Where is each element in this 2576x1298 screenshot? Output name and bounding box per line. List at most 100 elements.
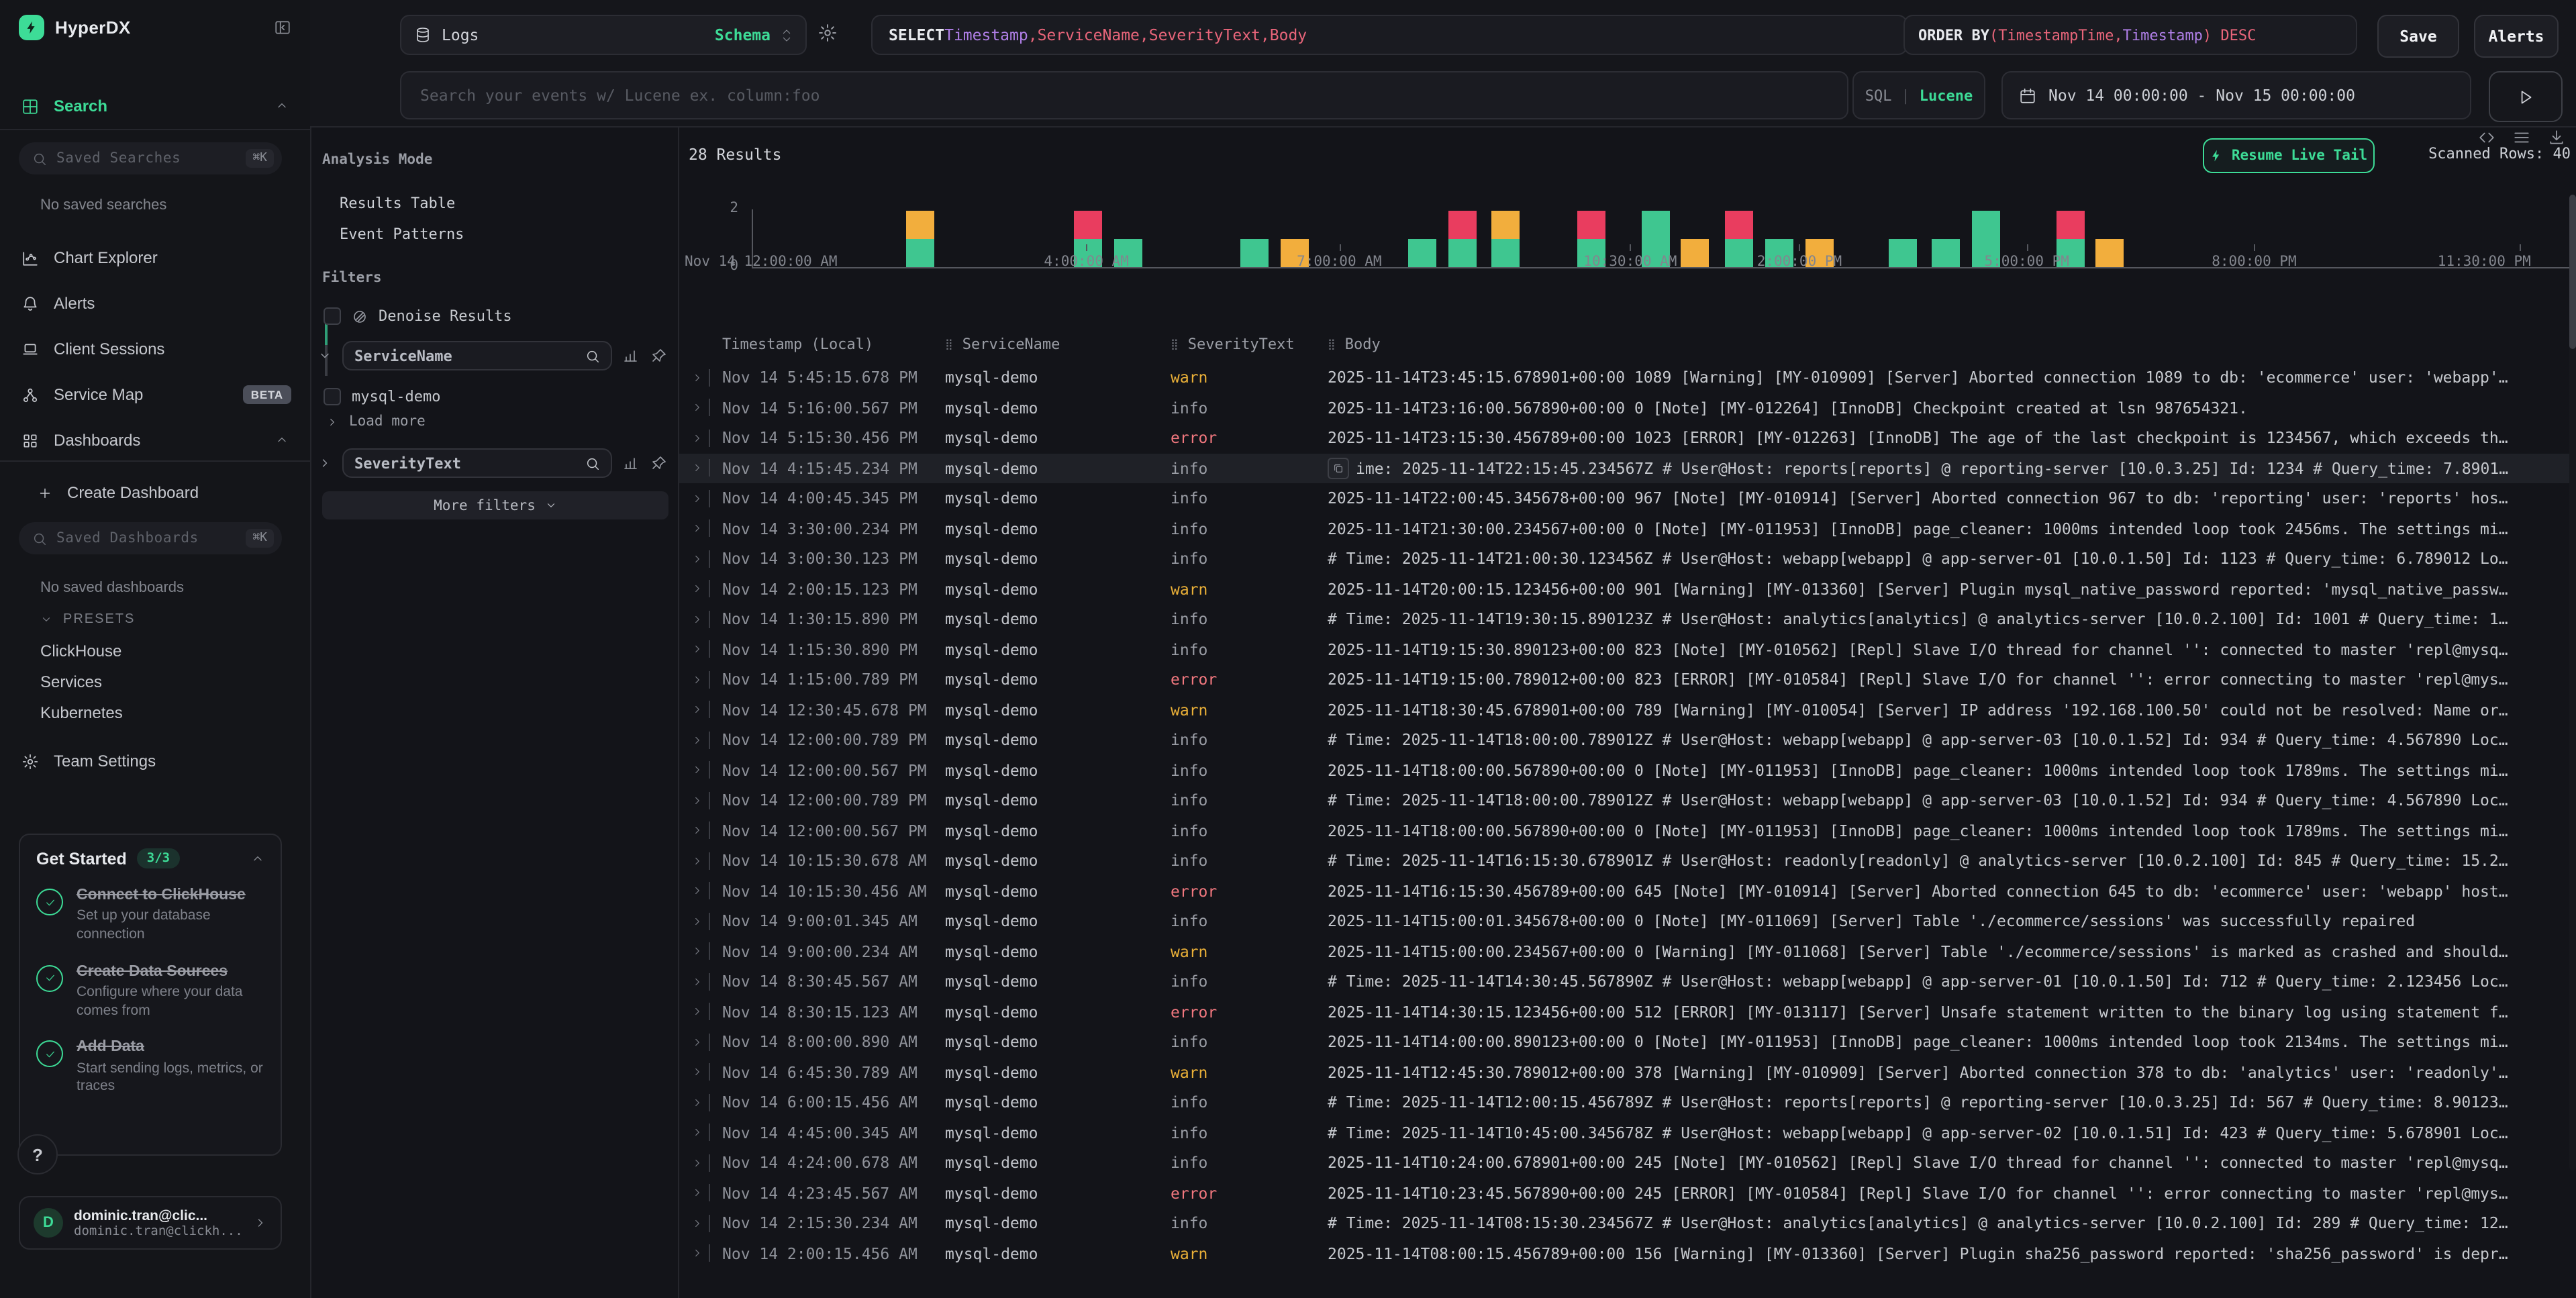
more-filters-button[interactable]: More filters xyxy=(322,491,668,519)
app-logo[interactable]: HyperDX xyxy=(19,15,131,40)
expand-row-chevron-icon[interactable] xyxy=(685,1187,709,1199)
copy-icon[interactable] xyxy=(1328,458,1349,479)
log-row[interactable]: Nov 14 3:00:30.123 PMmysql-demoinfo# Tim… xyxy=(679,544,2576,574)
mysql-demo-checkbox[interactable] xyxy=(324,388,341,405)
log-row[interactable]: Nov 14 4:24:00.678 AMmysql-demoinfo2025-… xyxy=(679,1148,2576,1178)
expand-row-chevron-icon[interactable] xyxy=(685,734,709,746)
drag-handle-icon[interactable]: ⣿ xyxy=(1171,338,1180,350)
run-query-button[interactable] xyxy=(2489,71,2563,122)
chevron-down-icon[interactable] xyxy=(318,349,332,362)
load-more-button[interactable]: Load more xyxy=(326,413,426,430)
expand-row-chevron-icon[interactable] xyxy=(685,1066,709,1079)
log-row[interactable]: Nov 14 8:00:00.890 AMmysql-demoinfo2025-… xyxy=(679,1027,2576,1057)
code-view-icon[interactable] xyxy=(2478,129,2495,146)
histogram-bar[interactable] xyxy=(1681,239,1710,268)
pin-icon[interactable] xyxy=(651,348,667,364)
log-row[interactable]: Nov 14 4:45:00.345 AMmysql-demoinfo# Tim… xyxy=(679,1117,2576,1148)
denoise-checkbox[interactable] xyxy=(324,307,341,325)
log-row[interactable]: Nov 14 1:30:15.890 PMmysql-demoinfo# Tim… xyxy=(679,604,2576,634)
saved-dashboards-input[interactable]: Saved Dashboards ⌘K xyxy=(19,522,282,554)
histogram-bar[interactable] xyxy=(1932,239,1961,268)
log-row[interactable]: Nov 14 6:00:15.456 AMmysql-demoinfo# Tim… xyxy=(679,1087,2576,1117)
source-select[interactable]: Logs Schema xyxy=(400,15,807,55)
select-clause-input[interactable]: SELECT Timestamp,ServiceName,SeverityTex… xyxy=(871,15,1908,55)
expand-row-chevron-icon[interactable] xyxy=(685,553,709,565)
chevron-up-icon[interactable] xyxy=(275,99,289,113)
bar-chart-icon[interactable] xyxy=(623,348,639,364)
histogram-bar[interactable] xyxy=(1492,210,1520,267)
download-icon[interactable] xyxy=(2548,129,2565,146)
log-row[interactable]: Nov 14 8:30:45.567 AMmysql-demoinfo# Tim… xyxy=(679,966,2576,997)
expand-row-chevron-icon[interactable] xyxy=(685,855,709,867)
log-row[interactable]: Nov 14 8:30:15.123 AMmysql-demoerror2025… xyxy=(679,997,2576,1027)
create-dashboard-button[interactable]: Create Dashboard xyxy=(0,475,310,510)
log-row[interactable]: Nov 14 10:15:30.678 AMmysql-demoinfo# Ti… xyxy=(679,846,2576,876)
sidebar-item-client-sessions[interactable]: Client Sessions xyxy=(0,332,310,366)
expand-row-chevron-icon[interactable] xyxy=(685,493,709,505)
log-row[interactable]: Nov 14 9:00:00.234 AMmysql-demowarn2025-… xyxy=(679,936,2576,966)
scrollbar-thumb[interactable] xyxy=(2569,195,2576,349)
alerts-button[interactable]: Alerts xyxy=(2474,15,2559,58)
get-started-item[interactable]: Create Data Sources Configure where your… xyxy=(36,962,264,1020)
events-histogram[interactable]: 2 0 Nov 14 12:00:00 AM4:00:00 AM7:00:00 … xyxy=(679,181,2576,295)
source-settings-gear-icon[interactable] xyxy=(818,23,838,43)
sidebar-item-alerts[interactable]: Alerts xyxy=(0,286,310,321)
expand-row-chevron-icon[interactable] xyxy=(685,1036,709,1048)
scrollbar[interactable] xyxy=(2569,195,2576,1170)
expand-row-chevron-icon[interactable] xyxy=(685,462,709,475)
log-row[interactable]: Nov 14 2:15:30.234 AMmysql-demoinfo# Tim… xyxy=(679,1208,2576,1238)
expand-row-chevron-icon[interactable] xyxy=(685,613,709,626)
col-severitytext[interactable]: ⣿SeverityText xyxy=(1171,335,1328,352)
expand-row-chevron-icon[interactable] xyxy=(685,674,709,686)
expand-row-chevron-icon[interactable] xyxy=(685,402,709,414)
presets-toggle[interactable]: PRESETS xyxy=(40,612,135,627)
log-row[interactable]: Nov 14 12:00:00.789 PMmysql-demoinfo# Ti… xyxy=(679,725,2576,755)
col-timestamp[interactable]: Timestamp (Local) xyxy=(722,335,945,352)
help-button[interactable]: ? xyxy=(17,1134,58,1175)
log-row[interactable]: Nov 14 12:00:00.789 PMmysql-demoinfo# Ti… xyxy=(679,785,2576,815)
histogram-bar[interactable] xyxy=(1241,239,1269,268)
log-row[interactable]: Nov 14 12:30:45.678 PMmysql-demowarn2025… xyxy=(679,695,2576,725)
col-servicename[interactable]: ⣿ServiceName xyxy=(945,335,1171,352)
log-row[interactable]: Nov 14 12:00:00.567 PMmysql-demoinfo2025… xyxy=(679,815,2576,846)
save-button[interactable]: Save xyxy=(2377,15,2459,58)
date-range-picker[interactable]: Nov 14 00:00:00 - Nov 15 00:00:00 xyxy=(2001,71,2471,119)
expand-row-chevron-icon[interactable] xyxy=(685,915,709,928)
drag-handle-icon[interactable]: ⣿ xyxy=(945,338,954,350)
histogram-bar[interactable] xyxy=(1448,210,1477,267)
histogram-bar[interactable] xyxy=(906,210,934,267)
chevron-up-icon[interactable] xyxy=(251,852,264,865)
preset-kubernetes[interactable]: Kubernetes xyxy=(40,703,123,722)
get-started-item[interactable]: Connect to ClickHouse Set up your databa… xyxy=(36,886,264,944)
collapse-sidebar-icon[interactable] xyxy=(274,19,291,36)
expand-row-chevron-icon[interactable] xyxy=(685,1127,709,1139)
log-row[interactable]: Nov 14 2:00:15.456 AMmysql-demowarn2025-… xyxy=(679,1238,2576,1268)
expand-row-chevron-icon[interactable] xyxy=(685,704,709,716)
get-started-item[interactable]: Add Data Start sending logs, metrics, or… xyxy=(36,1038,264,1097)
histogram-bar[interactable] xyxy=(2096,239,2124,268)
user-menu[interactable]: D dominic.tran@clic... dominic.tran@clic… xyxy=(19,1196,282,1250)
severitytext-search-box[interactable]: SeverityText xyxy=(342,448,612,478)
expand-row-chevron-icon[interactable] xyxy=(685,583,709,595)
mode-results-table[interactable]: Results Table xyxy=(340,195,455,212)
search-input[interactable]: Search your events w/ Lucene ex. column:… xyxy=(400,71,1848,119)
filter-value-mysql-demo[interactable]: mysql-demo xyxy=(324,388,440,405)
chevron-right-icon[interactable] xyxy=(318,456,332,470)
log-row[interactable]: Nov 14 5:15:30.456 PMmysql-demoerror2025… xyxy=(679,423,2576,453)
expand-row-chevron-icon[interactable] xyxy=(685,523,709,535)
sidebar-item-team-settings[interactable]: Team Settings xyxy=(0,744,310,779)
expand-row-chevron-icon[interactable] xyxy=(685,432,709,444)
log-row[interactable]: Nov 14 4:00:45.345 PMmysql-demoinfo2025-… xyxy=(679,483,2576,513)
sidebar-item-search[interactable]: Search xyxy=(0,89,310,123)
expand-row-chevron-icon[interactable] xyxy=(685,1097,709,1109)
chevron-up-icon[interactable] xyxy=(275,434,289,447)
log-row[interactable]: Nov 14 2:00:15.123 PMmysql-demowarn2025-… xyxy=(679,574,2576,604)
log-row[interactable]: Nov 14 1:15:00.789 PMmysql-demoerror2025… xyxy=(679,664,2576,695)
language-toggle[interactable]: SQL | Lucene xyxy=(1852,71,1985,119)
expand-row-chevron-icon[interactable] xyxy=(685,946,709,958)
servicename-search-box[interactable]: ServiceName xyxy=(342,341,612,370)
log-row[interactable]: Nov 14 10:15:30.456 AMmysql-demoerror202… xyxy=(679,876,2576,906)
row-density-icon[interactable] xyxy=(2513,129,2530,146)
log-row[interactable]: Nov 14 3:30:00.234 PMmysql-demoinfo2025-… xyxy=(679,513,2576,544)
expand-row-chevron-icon[interactable] xyxy=(685,644,709,656)
